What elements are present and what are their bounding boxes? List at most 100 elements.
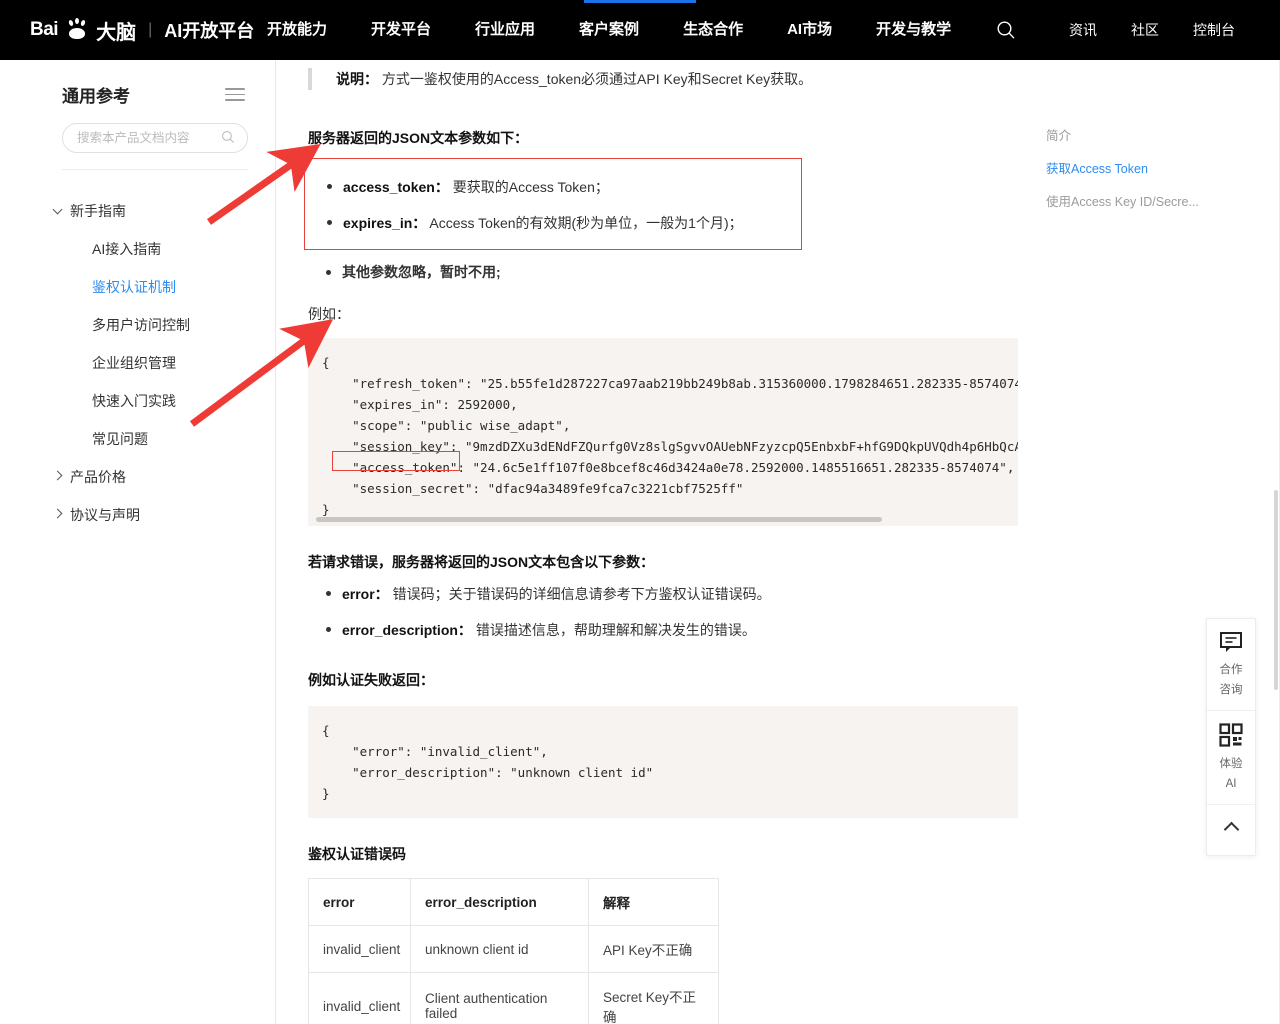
cooperation-consult-button[interactable]: 合作 咨询	[1207, 619, 1255, 711]
chat-bubble-icon	[1219, 632, 1243, 657]
qr-code-icon	[1219, 723, 1243, 751]
error-example-label: 例如认证失败返回：	[308, 672, 434, 688]
error-table-heading: 鉴权认证错误码	[308, 846, 406, 862]
header-right-navigation: 资讯 社区 控制台	[984, 0, 1252, 60]
nav-item-customer-cases[interactable]: 客户案例	[557, 0, 661, 60]
hamburger-icon[interactable]	[225, 84, 245, 105]
search-icon[interactable]	[984, 0, 1028, 60]
sidebar-item-multiuser-access[interactable]: 多用户访问控制	[0, 306, 275, 344]
list-item: error_description： 错误描述信息，帮助理解和解决发生的错误。	[326, 612, 1280, 648]
cell-explanation: API Key不正确	[588, 925, 719, 973]
left-sidebar: 通用参考 新手指南 AI接入指南 鉴权认证机制 多用户访问控制	[0, 60, 276, 1024]
note-label: 说明：	[336, 71, 378, 87]
logo-baidu-text: Bai	[30, 19, 59, 40]
logo-brain-text: 大脑	[96, 21, 137, 44]
sidebar-item-org-management[interactable]: 企业组织管理	[0, 344, 275, 382]
cell-error-description: Client authentication failed	[410, 972, 589, 1024]
success-response-code-block: { "refresh_token": "25.b55fe1d287227ca97…	[308, 338, 1018, 526]
sidebar-group-label: 协议与声明	[70, 507, 140, 523]
sidebar-group-beginner-guide[interactable]: 新手指南	[0, 192, 275, 230]
error-param-list: error： 错误码；关于错误码的详细信息请参考下方鉴权认证错误码。 error…	[308, 576, 1280, 648]
error-code-table: error error_description 解释 invalid_clien…	[308, 878, 719, 1024]
chevron-right-icon	[52, 508, 63, 519]
widget-label-line2: 咨询	[1219, 684, 1243, 696]
cell-error: invalid_client	[308, 925, 411, 973]
main-navigation: 开放能力 开发平台 行业应用 客户案例 生态合作 AI市场 开发与教学	[245, 0, 973, 60]
code-horizontal-scrollbar[interactable]	[316, 517, 882, 522]
cell-error-description: unknown client id	[410, 925, 589, 973]
site-header: Bai 大脑 | AI开放平台 开放能力 开发平台 行业应用 客户案例 生态合作…	[0, 0, 1280, 60]
sidebar-group-agreements[interactable]: 协议与声明	[0, 496, 275, 534]
error-response-code: { "error": "invalid_client", "error_desc…	[322, 723, 654, 801]
nav-item-community[interactable]: 社区	[1114, 0, 1176, 60]
widget-label-line2: AI	[1225, 778, 1237, 790]
param-name-expires-in: expires_in：	[343, 215, 427, 231]
sidebar-group-pricing[interactable]: 产品价格	[0, 458, 275, 496]
list-item: expires_in： Access Token的有效期(秒为单位，一般为1个月…	[327, 205, 801, 241]
page-scrollbar-thumb[interactable]	[1274, 490, 1278, 690]
sidebar-item-ai-access-guide[interactable]: AI接入指南	[0, 230, 275, 268]
nav-item-dev-teaching[interactable]: 开发与教学	[854, 0, 973, 60]
param-desc-expires-in: Access Token的有效期(秒为单位，一般为1个月)；	[429, 215, 743, 231]
list-item: access_token： 要获取的Access Token；	[327, 169, 801, 205]
table-row: invalid_client Client authentication fai…	[308, 972, 719, 1024]
nav-item-ai-market[interactable]: AI市场	[765, 0, 854, 60]
nav-item-open-capability[interactable]: 开放能力	[245, 0, 349, 60]
nav-item-ecosystem[interactable]: 生态合作	[661, 0, 765, 60]
error-response-code-block: { "error": "invalid_client", "error_desc…	[308, 706, 1018, 818]
note-text: 方式一鉴权使用的Access_token必须通过API Key和Secret K…	[381, 71, 813, 87]
toc-item-intro[interactable]: 简介	[1046, 118, 1246, 151]
cell-explanation: Secret Key不正确	[588, 972, 719, 1024]
top-progress-bar	[584, 0, 696, 3]
highlighted-params-box: access_token： 要获取的Access Token； expires_…	[304, 158, 802, 250]
sidebar-item-quickstart[interactable]: 快速入门实践	[0, 382, 275, 420]
sidebar-navigation: 新手指南 AI接入指南 鉴权认证机制 多用户访问控制 企业组织管理 快速入门实践…	[0, 192, 275, 534]
note-callout: 说明： 方式一鉴权使用的Access_token必须通过API Key和Secr…	[308, 68, 1280, 90]
nav-item-industry-app[interactable]: 行业应用	[453, 0, 557, 60]
sidebar-item-faq[interactable]: 常见问题	[0, 420, 275, 458]
sidebar-item-auth-mechanism[interactable]: 鉴权认证机制	[0, 268, 275, 306]
table-row: invalid_client unknown client id API Key…	[308, 925, 719, 973]
error-params-heading: 若请求错误，服务器将返回的JSON文本包含以下参数：	[308, 554, 655, 570]
success-response-code: { "refresh_token": "25.b55fe1d287227ca97…	[322, 355, 1018, 517]
table-of-contents: 简介 获取Access Token 使用Access Key ID/Secre.…	[1046, 118, 1246, 217]
access-token-highlight-box	[332, 451, 460, 471]
column-header-error: error	[308, 878, 411, 926]
caret-up-icon	[1223, 821, 1239, 838]
widget-label-line1: 合作	[1219, 664, 1243, 676]
param-desc-error: 错误码；关于错误码的详细信息请参考下方鉴权认证错误码。	[392, 586, 771, 602]
chevron-down-icon	[52, 204, 63, 214]
back-to-top-button[interactable]	[1207, 805, 1255, 855]
sidebar-title: 通用参考	[62, 87, 130, 106]
list-item: 其他参数忽略，暂时不用;	[326, 262, 1280, 282]
paw-icon	[67, 18, 87, 39]
toc-item-get-access-token[interactable]: 获取Access Token	[1046, 151, 1246, 184]
floating-side-widget: 合作 咨询 体验 AI	[1206, 618, 1256, 856]
example-label: 例如：	[308, 306, 350, 322]
param-list: access_token： 要获取的Access Token； expires_…	[305, 169, 801, 241]
sidebar-header: 通用参考	[0, 60, 275, 117]
nav-item-news[interactable]: 资讯	[1052, 0, 1114, 60]
param-name-error-description: error_description：	[342, 622, 472, 638]
experience-ai-button[interactable]: 体验 AI	[1207, 711, 1255, 805]
logo-divider: |	[148, 21, 153, 38]
chevron-right-icon	[52, 470, 63, 481]
nav-item-console[interactable]: 控制台	[1176, 0, 1252, 60]
page-root: Bai 大脑 | AI开放平台 开放能力 开发平台 行业应用 客户案例 生态合作…	[0, 0, 1280, 1024]
list-item: error： 错误码；关于错误码的详细信息请参考下方鉴权认证错误码。	[326, 576, 1280, 612]
column-header-error-description: error_description	[410, 878, 589, 926]
param-desc-error-description: 错误描述信息，帮助理解和解决发生的错误。	[475, 622, 756, 638]
param-name-access-token: access_token：	[343, 179, 449, 195]
nav-item-dev-platform[interactable]: 开发平台	[349, 0, 453, 60]
sidebar-divider	[62, 169, 248, 170]
table-header-row: error error_description 解释	[308, 878, 719, 926]
column-header-explanation: 解释	[588, 878, 719, 926]
logo-subtitle: AI开放平台	[164, 21, 255, 41]
other-param-list: 其他参数忽略，暂时不用;	[308, 262, 1280, 282]
site-logo[interactable]: Bai 大脑 | AI开放平台	[30, 0, 254, 60]
toc-item-access-key-id[interactable]: 使用Access Key ID/Secre...	[1046, 184, 1246, 217]
param-desc-access-token: 要获取的Access Token；	[452, 179, 609, 195]
cell-error: invalid_client	[308, 972, 411, 1024]
widget-label-line1: 体验	[1219, 758, 1243, 770]
search-icon[interactable]	[221, 130, 235, 149]
